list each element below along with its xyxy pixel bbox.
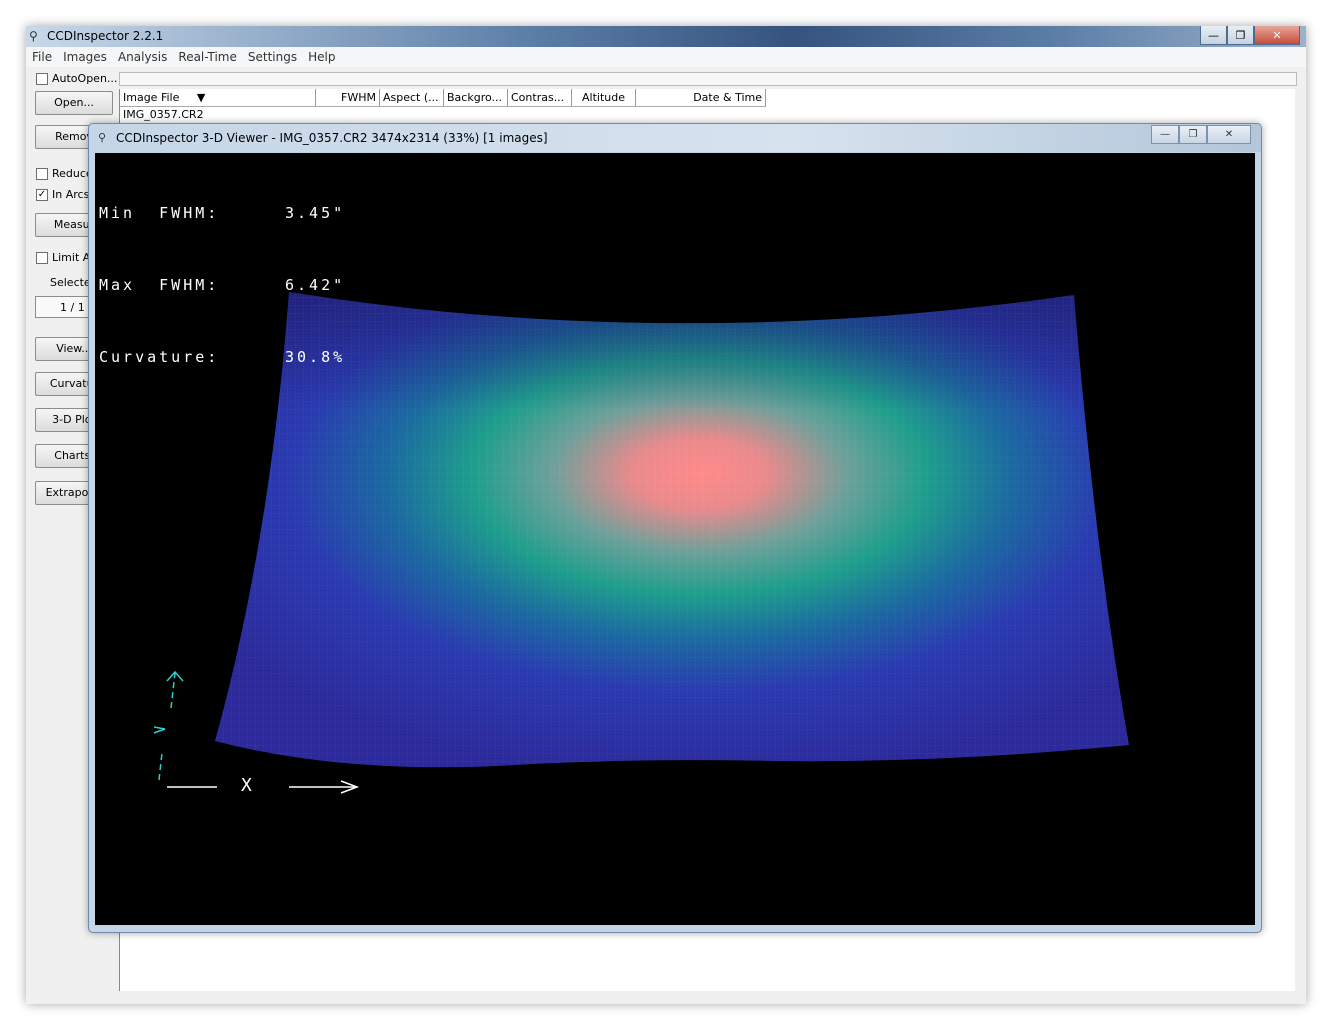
minimize-button[interactable]: — — [1200, 26, 1227, 45]
surface-grid — [215, 292, 1129, 768]
column-background[interactable]: Backgro... — [444, 89, 508, 106]
autoopen-checkbox[interactable]: AutoOpen... — [36, 72, 117, 85]
min-fwhm-row: Min FWHM: 3.45" — [99, 204, 346, 222]
viewer-minimize-button[interactable]: — — [1151, 125, 1179, 144]
column-aspect[interactable]: Aspect (... — [380, 89, 444, 106]
open-button[interactable]: Open... — [35, 91, 113, 115]
checkbox-icon[interactable] — [36, 168, 48, 180]
close-button[interactable]: ✕ — [1254, 26, 1300, 45]
column-fwhm[interactable]: FWHM — [316, 89, 380, 106]
menu-bar: File Images Analysis Real-Time Settings Help — [26, 47, 1306, 67]
fwhm-stats: Min FWHM: 3.45" Max FWHM: 6.42" Curvature:… — [99, 153, 345, 417]
menu-file[interactable]: File — [26, 47, 57, 64]
menu-analysis[interactable]: Analysis — [112, 47, 172, 64]
x-axis-label: X — [241, 775, 252, 796]
app-title: CCDInspector 2.2.1 — [47, 29, 164, 43]
checkbox-icon[interactable] — [36, 73, 48, 85]
x-axis-arrow — [167, 780, 360, 794]
axis-indicator — [153, 670, 184, 781]
sort-down-icon: ▼ — [196, 91, 206, 104]
viewer-maximize-button[interactable]: ❐ — [1179, 125, 1207, 144]
menu-help[interactable]: Help — [302, 47, 340, 64]
column-altitude[interactable]: Altitude — [572, 89, 636, 106]
in-arcsec-checkbox[interactable]: ✓ In Arcs — [36, 188, 89, 201]
viewer-title-bar[interactable]: ⚲ CCDInspector 3-D Viewer - IMG_0357.CR2… — [89, 124, 1261, 152]
plot-canvas[interactable]: Min FWHM: 3.45" Max FWHM: 6.42" Curvature:… — [95, 153, 1255, 925]
reduce-checkbox[interactable]: Reduce — [36, 167, 93, 180]
viewer-title: CCDInspector 3-D Viewer - IMG_0357.CR2 3… — [116, 131, 548, 145]
limit-checkbox[interactable]: Limit Al — [36, 251, 93, 264]
list-header: Image File ▼ FWHM Aspect (... Backgro...… — [120, 89, 766, 107]
menu-images[interactable]: Images — [57, 47, 112, 64]
checkmark-icon[interactable]: ✓ — [36, 189, 48, 201]
maximize-button[interactable]: ❐ — [1227, 26, 1254, 45]
checkbox-icon[interactable] — [36, 252, 48, 264]
table-row[interactable]: IMG_0357.CR2 — [123, 108, 204, 121]
viewer-close-button[interactable]: ✕ — [1207, 125, 1251, 144]
max-fwhm-row: Max FWHM: 6.42" — [99, 276, 346, 294]
menu-settings[interactable]: Settings — [242, 47, 302, 64]
menu-realtime[interactable]: Real-Time — [172, 47, 241, 64]
column-image-file[interactable]: Image File ▼ — [120, 89, 316, 106]
telescope-icon: ⚲ — [29, 29, 38, 43]
viewer-window: ⚲ CCDInspector 3-D Viewer - IMG_0357.CR2… — [88, 123, 1262, 933]
selected-label: Selecte — [50, 276, 91, 289]
filter-bar — [119, 72, 1297, 86]
column-contrast[interactable]: Contras... — [508, 89, 572, 106]
curvature-row: Curvature: 30.8% — [99, 348, 346, 366]
title-bar[interactable]: ⚲ CCDInspector 2.2.1 — ❐ ✕ — [26, 26, 1306, 47]
telescope-icon: ⚲ — [98, 131, 107, 144]
column-date-time[interactable]: Date & Time — [636, 89, 766, 106]
